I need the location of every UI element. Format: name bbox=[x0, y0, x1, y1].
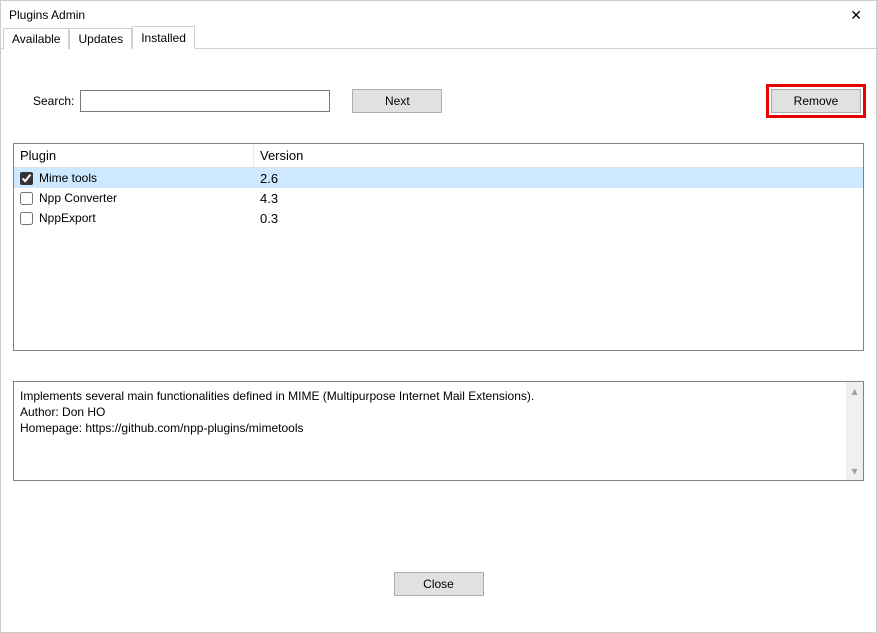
plugin-name: NppExport bbox=[39, 211, 96, 225]
search-input[interactable] bbox=[80, 90, 330, 112]
plugin-cell: Mime tools bbox=[14, 170, 254, 186]
plugin-cell: Npp Converter bbox=[14, 190, 254, 206]
table-row[interactable]: Mime tools 2.6 bbox=[14, 168, 863, 188]
remove-button[interactable]: Remove bbox=[771, 89, 861, 113]
close-icon[interactable]: ✕ bbox=[844, 6, 868, 24]
header-plugin[interactable]: Plugin bbox=[14, 144, 254, 167]
plugin-name: Npp Converter bbox=[39, 191, 117, 205]
version-cell: 4.3 bbox=[254, 190, 404, 207]
plugin-cell: NppExport bbox=[14, 210, 254, 226]
desc-line: Homepage: https://github.com/npp-plugins… bbox=[20, 421, 303, 435]
row-checkbox[interactable] bbox=[20, 172, 33, 185]
desc-line: Author: Don HO bbox=[20, 405, 105, 419]
tab-updates[interactable]: Updates bbox=[69, 28, 132, 49]
window-title: Plugins Admin bbox=[9, 8, 85, 22]
plugin-table: Plugin Version Mime tools 2.6 Npp Conver… bbox=[13, 143, 864, 351]
dialog-buttons: Close bbox=[1, 572, 876, 596]
scrollbar[interactable]: ▴ ▾ bbox=[846, 382, 863, 480]
tab-strip: Available Updates Installed bbox=[1, 27, 876, 49]
tab-content: Search: Next Remove Plugin Version Mime … bbox=[1, 49, 876, 491]
scroll-up-icon[interactable]: ▴ bbox=[851, 382, 857, 400]
description-text: Implements several main functionalities … bbox=[14, 382, 863, 443]
table-body: Mime tools 2.6 Npp Converter 4.3 NppExpo… bbox=[14, 168, 863, 228]
header-version[interactable]: Version bbox=[254, 144, 404, 167]
description-panel: Implements several main functionalities … bbox=[13, 381, 864, 481]
remove-highlight: Remove bbox=[766, 84, 866, 118]
tab-installed[interactable]: Installed bbox=[132, 26, 195, 49]
row-checkbox[interactable] bbox=[20, 192, 33, 205]
table-row[interactable]: Npp Converter 4.3 bbox=[14, 188, 863, 208]
close-button[interactable]: Close bbox=[394, 572, 484, 596]
scroll-down-icon[interactable]: ▾ bbox=[851, 462, 857, 480]
row-checkbox[interactable] bbox=[20, 212, 33, 225]
plugin-name: Mime tools bbox=[39, 171, 97, 185]
desc-line: Implements several main functionalities … bbox=[20, 389, 534, 403]
next-button[interactable]: Next bbox=[352, 89, 442, 113]
search-label: Search: bbox=[33, 94, 74, 108]
table-row[interactable]: NppExport 0.3 bbox=[14, 208, 863, 228]
version-cell: 2.6 bbox=[254, 170, 404, 187]
title-bar: Plugins Admin ✕ bbox=[1, 1, 876, 27]
version-cell: 0.3 bbox=[254, 210, 404, 227]
table-header: Plugin Version bbox=[14, 144, 863, 168]
search-row: Search: Next bbox=[33, 89, 864, 113]
tab-available[interactable]: Available bbox=[3, 28, 69, 49]
